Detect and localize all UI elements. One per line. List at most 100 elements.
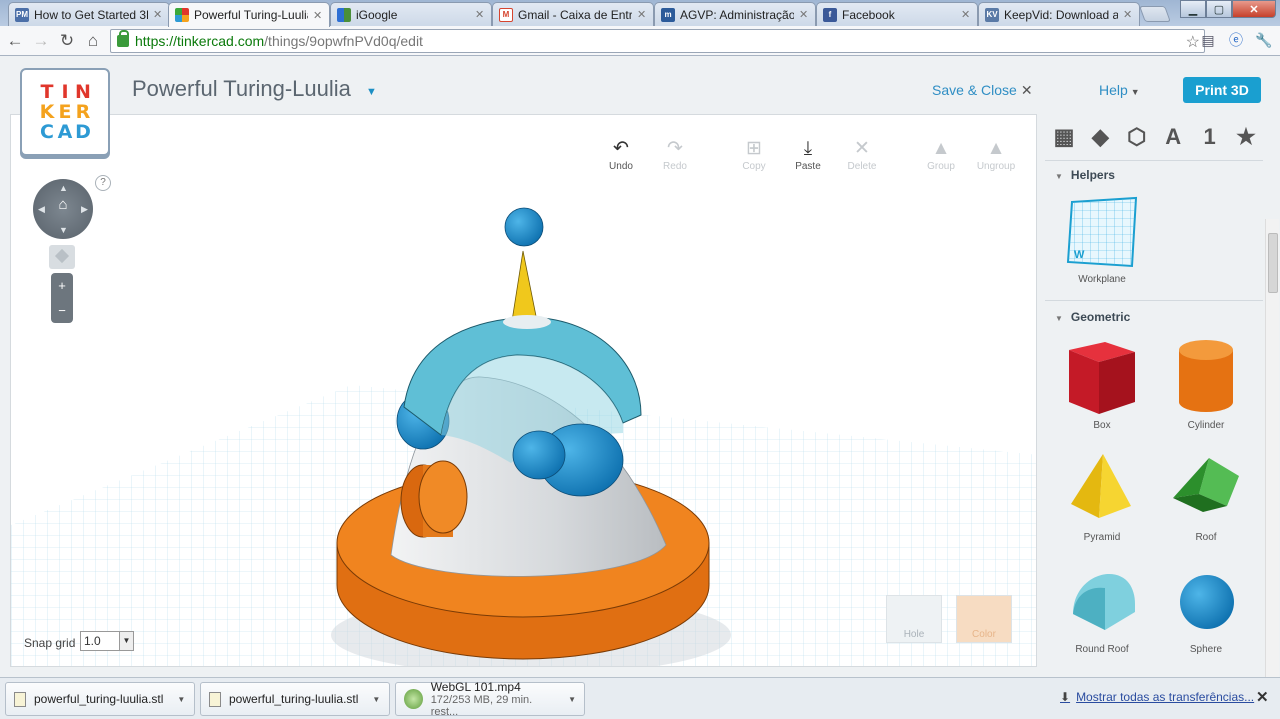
shape-box[interactable]: Box xyxy=(1057,336,1147,431)
hole-button[interactable]: Hole xyxy=(886,595,942,643)
helpers-section-header[interactable]: ▼ Helpers xyxy=(1055,168,1115,182)
workplane-tab-icon[interactable]: ▦ xyxy=(1049,122,1079,152)
tab-title: Facebook xyxy=(842,7,895,22)
undo-button[interactable]: ↶ Undo xyxy=(596,137,646,172)
3d-scene[interactable] xyxy=(11,115,1037,667)
download-item[interactable]: powerful_turing-luulia.stl ▼ xyxy=(5,682,195,716)
blue-ball-right-2 xyxy=(512,430,566,480)
shape-cylinder[interactable]: Cylinder xyxy=(1161,336,1251,431)
download-item-in-progress[interactable]: WebGL 101.mp4 172/253 MB, 29 min. rest..… xyxy=(395,680,585,718)
zoom-in-icon[interactable]: + xyxy=(58,278,66,293)
holes-tab-icon[interactable]: ⬡ xyxy=(1122,122,1152,152)
shape-label: Workplane xyxy=(1078,274,1126,285)
shape-roof[interactable]: Roof xyxy=(1161,448,1251,543)
panel-tabs: ▦ ◆ ⬡ A 1 ★ xyxy=(1045,122,1265,152)
numbers-tab[interactable]: 1 xyxy=(1195,122,1225,152)
chevron-down-icon[interactable]: ▼ xyxy=(372,695,380,704)
address-bar[interactable]: https://tinkercad.com /things/9opwfnPVd0… xyxy=(110,29,1205,53)
tinkercad-logo[interactable]: T I N K E R C A D xyxy=(20,68,110,156)
delete-icon: ✕ xyxy=(854,138,870,159)
help-icon[interactable]: ? xyxy=(95,175,111,191)
close-icon[interactable]: ✕ xyxy=(1256,688,1269,706)
snap-grid-select[interactable]: 1.0 ▼ xyxy=(80,631,134,651)
browser-tab[interactable]: iGoogle ✕ xyxy=(330,2,492,26)
design-title[interactable]: Powerful Turing-Luulia xyxy=(132,76,351,102)
browser-tab[interactable]: KV KeepVid: Download and ✕ xyxy=(978,2,1140,26)
maximize-icon[interactable]: ▢ xyxy=(1206,0,1232,18)
close-icon[interactable]: ✕ xyxy=(153,8,163,21)
tab-title: How to Get Started 3D I xyxy=(34,7,148,22)
geometric-tab-icon[interactable]: ◆ xyxy=(1085,122,1115,152)
shape-label: Cylinder xyxy=(1187,420,1225,431)
redo-button[interactable]: ↷ Redo xyxy=(650,137,700,172)
orbit-down-icon[interactable]: ▼ xyxy=(59,225,68,235)
back-arrow-icon[interactable]: ← xyxy=(2,28,28,54)
redo-label: Redo xyxy=(663,161,687,172)
close-icon[interactable]: ✕ xyxy=(961,8,971,21)
browser-tab[interactable]: f Facebook ✕ xyxy=(816,2,978,26)
tab-title: iGoogle xyxy=(356,7,398,22)
tab-title: KeepVid: Download and xyxy=(1004,7,1118,22)
home-view-icon[interactable]: ⌂ xyxy=(55,197,71,213)
copy-button[interactable]: ⊞ Copy xyxy=(729,137,779,172)
zoom-out-icon[interactable]: − xyxy=(58,303,66,318)
new-tab-button[interactable] xyxy=(1139,6,1171,22)
logo-letter: N xyxy=(75,81,91,103)
extension-e-icon[interactable]: ⓔ xyxy=(1226,29,1246,51)
save-close-button[interactable]: Save & Close ✕ xyxy=(932,82,1033,99)
paste-button[interactable]: ⤓ Paste xyxy=(783,137,833,172)
letters-tab[interactable]: A xyxy=(1158,122,1188,152)
delete-button[interactable]: ✕ Delete xyxy=(837,137,887,172)
browser-tab[interactable]: M Gmail - Caixa de Entrad ✕ xyxy=(492,2,654,26)
panel-scrollbar[interactable] xyxy=(1265,219,1279,719)
window-close-icon[interactable]: ✕ xyxy=(1232,0,1276,18)
view-cube-icon[interactable] xyxy=(49,245,75,269)
geometric-section-header[interactable]: ▼ Geometric xyxy=(1055,310,1130,324)
close-icon[interactable]: ✕ xyxy=(475,8,485,21)
tab-title: AGVP: Administração: U xyxy=(680,7,794,22)
chevron-down-icon[interactable]: ▼ xyxy=(366,86,377,98)
reload-icon[interactable]: ↻ xyxy=(54,28,80,54)
close-icon[interactable]: ✕ xyxy=(637,8,647,21)
extension-icon[interactable]: ▤ xyxy=(1198,29,1218,51)
close-icon[interactable]: ✕ xyxy=(1123,8,1133,21)
scrollbar-thumb[interactable] xyxy=(1268,233,1278,293)
cone-base xyxy=(503,315,551,329)
favorites-star-icon[interactable]: ★ xyxy=(1231,122,1261,152)
shape-sphere[interactable]: Sphere xyxy=(1161,560,1251,655)
help-menu[interactable]: Help ▼ xyxy=(1099,82,1140,98)
home-icon[interactable]: ⌂ xyxy=(80,28,106,54)
triangle-down-icon: ▼ xyxy=(1055,172,1063,181)
browser-tab[interactable]: PM How to Get Started 3D I ✕ xyxy=(8,2,170,26)
wrench-icon[interactable]: 🔧 xyxy=(1254,29,1274,51)
ungroup-button[interactable]: ▲ Ungroup xyxy=(971,137,1021,172)
close-icon[interactable]: ✕ xyxy=(313,9,323,22)
download-item[interactable]: powerful_turing-luulia.stl ▼ xyxy=(200,682,390,716)
group-button[interactable]: ▲ Group xyxy=(916,137,966,172)
shape-pyramid[interactable]: Pyramid xyxy=(1057,448,1147,543)
yellow-cone xyxy=(511,250,538,322)
minimize-icon[interactable]: ▁ xyxy=(1180,0,1206,18)
color-button[interactable]: Color xyxy=(956,595,1012,643)
close-icon[interactable]: ✕ xyxy=(799,8,809,21)
workplane-viewport[interactable]: ↶ Undo ↷ Redo ⊞ Copy ⤓ Paste ✕ Delete ▲ … xyxy=(10,114,1037,667)
show-all-downloads-link[interactable]: ⬇ Mostrar todas as transferências... xyxy=(1060,690,1254,704)
browser-tab-active[interactable]: Powerful Turing-Luulia ✕ xyxy=(168,2,330,27)
print-3d-button[interactable]: Print 3D xyxy=(1183,77,1261,103)
orbit-right-icon[interactable]: ▶ xyxy=(81,204,88,215)
show-all-label: Mostrar todas as transferências... xyxy=(1076,690,1255,704)
chevron-down-icon[interactable]: ▼ xyxy=(177,695,185,704)
orbit-up-icon[interactable]: ▲ xyxy=(59,183,68,193)
zoom-control: + − xyxy=(51,273,73,323)
browser-tab[interactable]: m AGVP: Administração: U ✕ xyxy=(654,2,816,26)
forward-arrow-icon[interactable]: → xyxy=(28,28,54,54)
browser-tab-strip: PM How to Get Started 3D I ✕ Powerful Tu… xyxy=(0,0,1280,27)
shape-workplane[interactable]: W Workplane xyxy=(1057,194,1147,285)
shape-round-roof[interactable]: Round Roof xyxy=(1057,560,1147,655)
chevron-down-icon[interactable]: ▼ xyxy=(568,695,576,704)
logo-letter: D xyxy=(75,121,91,143)
tinkercad-favicon-icon xyxy=(175,8,189,22)
orbit-control[interactable]: ▲ ▼ ◀ ▶ ⌂ xyxy=(33,179,93,239)
orbit-left-icon[interactable]: ◀ xyxy=(38,204,45,215)
hole-label: Hole xyxy=(903,629,925,640)
